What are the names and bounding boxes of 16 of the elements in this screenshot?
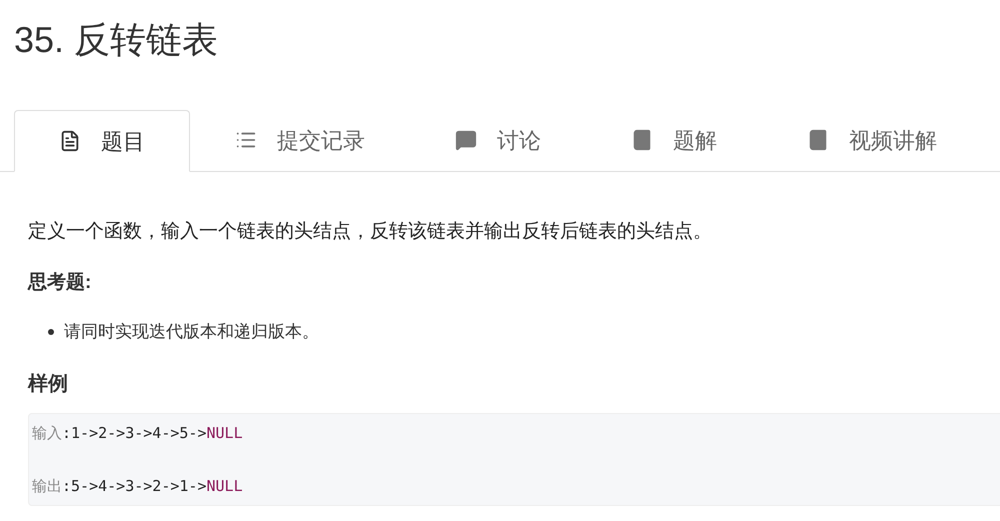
tab[interactable]: 题目 — [14, 110, 190, 172]
tab[interactable]: 视频讲解 — [762, 109, 982, 171]
bullet-icon — [48, 328, 54, 335]
comment-icon — [455, 129, 477, 151]
problem-description: 定义一个函数，输入一个链表的头结点，反转该链表并输出反转后链表的头结点。 — [28, 220, 713, 244]
document-icon — [59, 130, 81, 152]
book-icon — [807, 129, 829, 151]
thinking-heading: 思考题: — [28, 270, 92, 294]
tab[interactable]: 讨论 — [410, 109, 586, 171]
page-title: 35. 反转链表 — [14, 18, 220, 62]
tab[interactable]: 题解 — [586, 109, 762, 171]
book-icon — [631, 129, 653, 151]
tab[interactable]: 提交记录 — [190, 109, 410, 171]
code-block: 输入:1->2->3->4->5->NULL 输出:5->4->3->2->1->NULL — [28, 412, 1000, 506]
sample-heading: 样例 — [28, 372, 69, 396]
thinking-item: 请同时实现迭代版本和递归版本。 — [64, 321, 319, 343]
